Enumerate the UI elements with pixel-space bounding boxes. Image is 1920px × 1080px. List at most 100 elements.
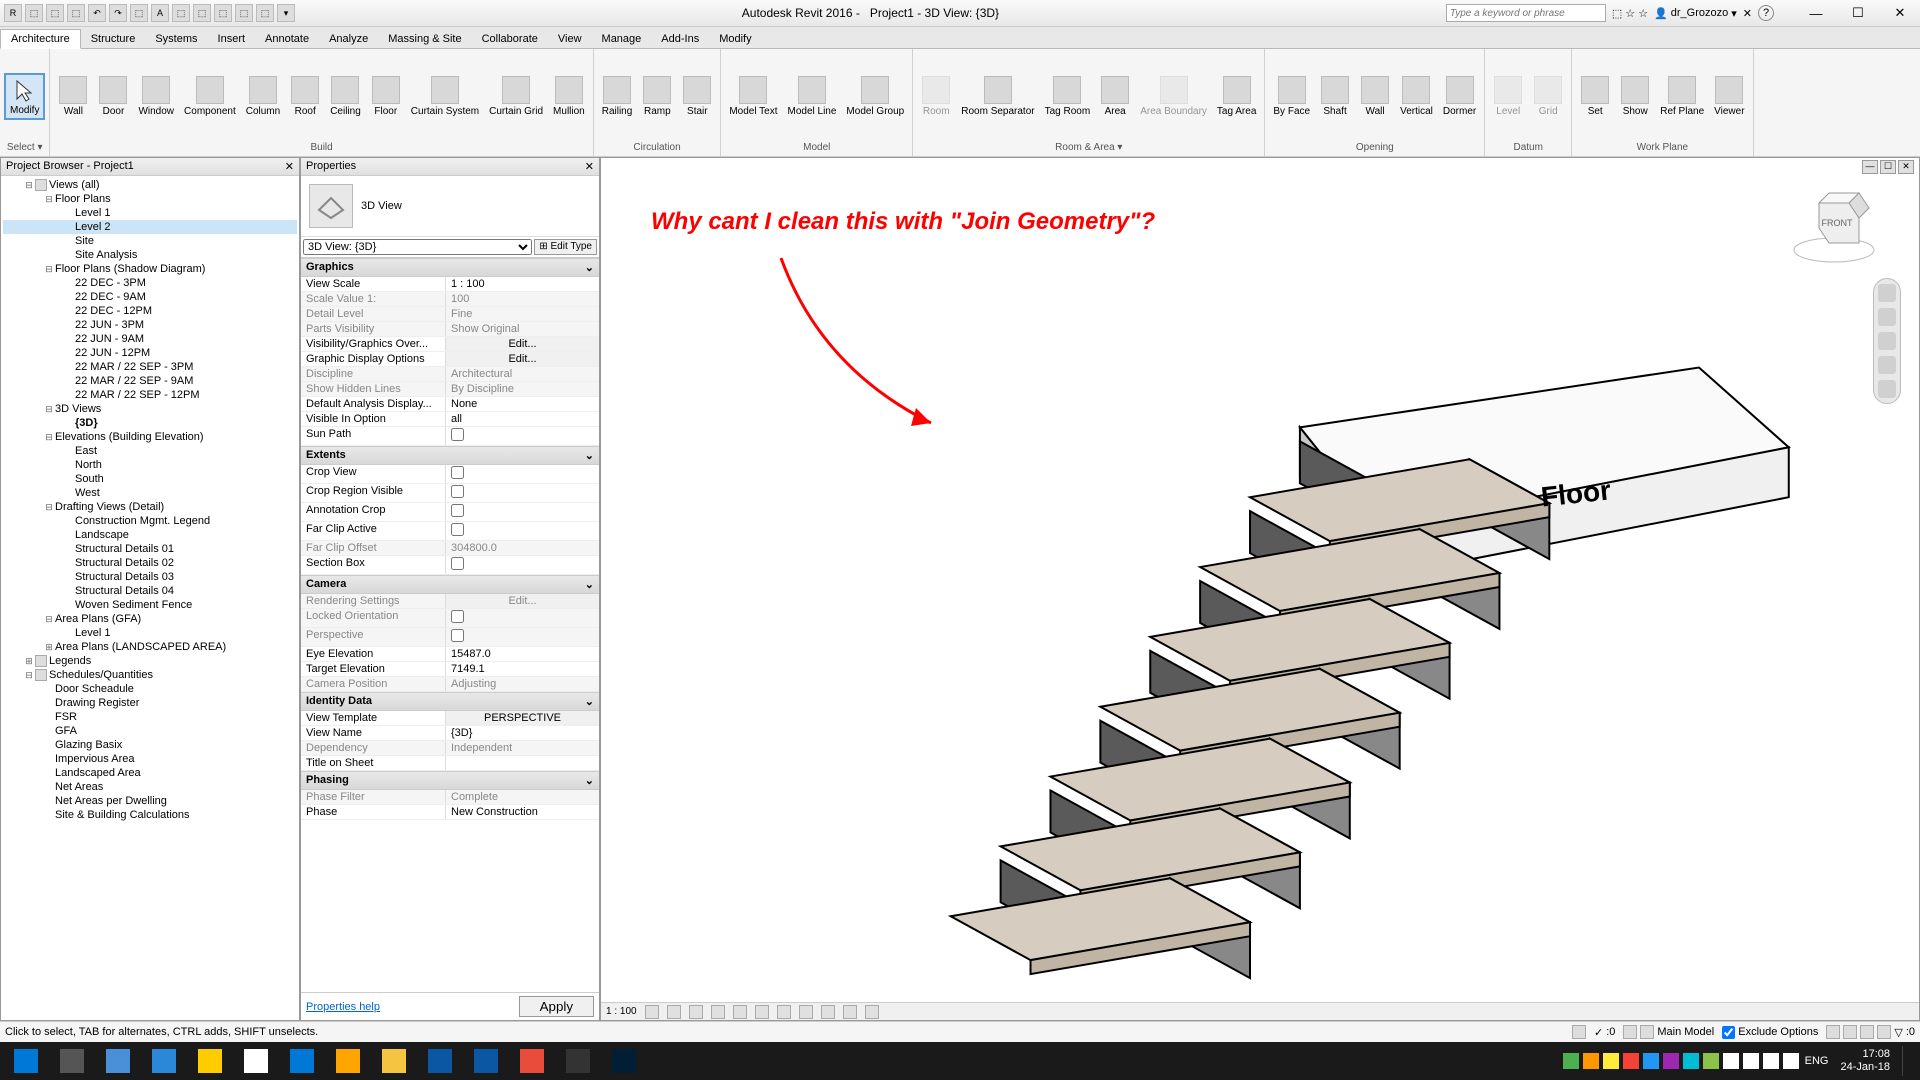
tray-icon-6[interactable] <box>1683 1053 1699 1069</box>
taskbar-app-3[interactable] <box>142 1044 186 1078</box>
taskbar-app-6[interactable] <box>280 1044 324 1078</box>
column-button[interactable]: Column <box>242 74 284 119</box>
taskbar-app-8[interactable] <box>372 1044 416 1078</box>
qat-button-4[interactable]: ↶ <box>88 4 106 22</box>
tab-annotate[interactable]: Annotate <box>255 30 319 48</box>
view-scale[interactable]: 1 : 100 <box>606 1006 637 1017</box>
property-value[interactable]: all <box>446 412 599 426</box>
tree-item[interactable]: Structural Details 03 <box>3 570 297 584</box>
tray-icon-10[interactable] <box>1763 1053 1779 1069</box>
close-icon[interactable]: ✕ <box>285 160 294 173</box>
taskbar-app-9[interactable] <box>418 1044 462 1078</box>
qat-button-0[interactable]: R <box>4 4 22 22</box>
tray-icon-5[interactable] <box>1663 1053 1679 1069</box>
property-value[interactable]: 1 : 100 <box>446 277 599 291</box>
area-button[interactable]: Area <box>1096 74 1134 119</box>
tray-icon-0[interactable] <box>1563 1053 1579 1069</box>
tab-architecture[interactable]: Architecture <box>0 29 81 49</box>
reveal-icon[interactable] <box>843 1005 857 1019</box>
tray-icon-1[interactable] <box>1583 1053 1599 1069</box>
tree-item[interactable]: Net Areas <box>3 780 297 794</box>
tree-item[interactable]: Net Areas per Dwelling <box>3 794 297 808</box>
qat-button-1[interactable]: ⬚ <box>25 4 43 22</box>
minimize-button[interactable]: — <box>1800 3 1832 23</box>
property-value[interactable]: None <box>446 397 599 411</box>
taskbar-app-7[interactable] <box>326 1044 370 1078</box>
component-button[interactable]: Component <box>180 74 240 119</box>
tree-item[interactable]: Door Scheadule <box>3 682 297 696</box>
help-icon[interactable]: ? <box>1758 5 1774 21</box>
tree-item[interactable]: Site & Building Calculations <box>3 808 297 822</box>
tree-item[interactable]: East <box>3 444 297 458</box>
taskbar-app-4[interactable] <box>188 1044 232 1078</box>
property-value[interactable] <box>446 522 599 540</box>
property-value[interactable] <box>446 427 599 445</box>
edit-type-button[interactable]: ⊞ Edit Type <box>534 239 597 255</box>
qat-button-10[interactable]: ⬚ <box>214 4 232 22</box>
qat-button-5[interactable]: ↷ <box>109 4 127 22</box>
tab-collaborate[interactable]: Collaborate <box>472 30 548 48</box>
property-value[interactable] <box>446 756 599 770</box>
door-button[interactable]: Door <box>94 74 132 119</box>
tree-item[interactable]: ⊟Schedules/Quantities <box>3 668 297 682</box>
model-group-button[interactable]: Model Group <box>842 74 908 119</box>
tab-structure[interactable]: Structure <box>81 30 146 48</box>
apply-button[interactable]: Apply <box>519 996 594 1017</box>
property-value[interactable]: New Construction <box>446 805 599 819</box>
shadows-icon[interactable] <box>711 1005 725 1019</box>
tree-item[interactable]: ⊟Elevations (Building Elevation) <box>3 430 297 444</box>
mullion-button[interactable]: Mullion <box>549 74 589 119</box>
property-value[interactable] <box>446 503 599 521</box>
taskbar-app-10[interactable] <box>464 1044 508 1078</box>
by-face-button[interactable]: By Face <box>1269 74 1314 119</box>
type-selector-header[interactable]: 3D View <box>301 176 599 237</box>
exchange-icon[interactable]: ✕ <box>1743 7 1752 20</box>
tab-insert[interactable]: Insert <box>208 30 256 48</box>
tree-item[interactable]: ⊟Drafting Views (Detail) <box>3 500 297 514</box>
set-button[interactable]: Set <box>1576 74 1614 119</box>
property-group-header[interactable]: Phasing⌄ <box>301 771 599 790</box>
tree-item[interactable]: ⊟Floor Plans (Shadow Diagram) <box>3 262 297 276</box>
tree-item[interactable]: FSR <box>3 710 297 724</box>
property-value[interactable]: Edit... <box>446 337 599 351</box>
visual-style-icon[interactable] <box>667 1005 681 1019</box>
property-value[interactable]: Edit... <box>446 352 599 366</box>
tray-icon-9[interactable] <box>1743 1053 1759 1069</box>
filter-icon[interactable]: ▽:0 <box>1826 1025 1915 1039</box>
rendering-icon[interactable] <box>733 1005 747 1019</box>
tree-item[interactable]: ⊞Area Plans (LANDSCAPED AREA) <box>3 640 297 654</box>
tree-item[interactable]: 22 DEC - 9AM <box>3 290 297 304</box>
tree-item[interactable]: 22 MAR / 22 SEP - 12PM <box>3 388 297 402</box>
tree-item[interactable]: GFA <box>3 724 297 738</box>
curtain-system-button[interactable]: Curtain System <box>407 74 483 119</box>
tree-item[interactable]: Landscape <box>3 528 297 542</box>
tree-item[interactable]: Level 1 <box>3 206 297 220</box>
taskbar-app-12[interactable] <box>556 1044 600 1078</box>
tab-massing-site[interactable]: Massing & Site <box>378 30 471 48</box>
exclude-options[interactable]: Exclude Options <box>1722 1026 1818 1039</box>
tree-item[interactable]: ⊟3D Views <box>3 402 297 416</box>
qat-button-12[interactable]: ⬚ <box>256 4 274 22</box>
dormer-button[interactable]: Dormer <box>1439 74 1480 119</box>
taskbar-app-0[interactable] <box>4 1044 48 1078</box>
tree-item[interactable]: 22 JUN - 12PM <box>3 346 297 360</box>
tray-icon-2[interactable] <box>1603 1053 1619 1069</box>
tree-item[interactable]: ⊟Area Plans (GFA) <box>3 612 297 626</box>
tree-item[interactable]: ⊞Legends <box>3 654 297 668</box>
curtain-grid-button[interactable]: Curtain Grid <box>485 74 547 119</box>
tree-item[interactable]: West <box>3 486 297 500</box>
modify-button[interactable]: Modify <box>4 73 45 120</box>
shaft-button[interactable]: Shaft <box>1316 74 1354 119</box>
property-group-header[interactable]: Graphics⌄ <box>301 258 599 277</box>
tray-icon-3[interactable] <box>1623 1053 1639 1069</box>
tree-item[interactable]: Impervious Area <box>3 752 297 766</box>
tree-item[interactable]: 22 JUN - 9AM <box>3 332 297 346</box>
tree-item[interactable]: Level 1 <box>3 626 297 640</box>
tree-item[interactable]: ⊟Floor Plans <box>3 192 297 206</box>
property-value[interactable]: 15487.0 <box>446 647 599 661</box>
qat-button-2[interactable]: ⬚ <box>46 4 64 22</box>
viewer-button[interactable]: Viewer <box>1710 74 1748 119</box>
ceiling-button[interactable]: Ceiling <box>326 74 365 119</box>
project-browser-tree[interactable]: ⊟Views (all)⊟Floor PlansLevel 1Level 2Si… <box>1 176 299 1020</box>
tab-modify[interactable]: Modify <box>709 30 761 48</box>
